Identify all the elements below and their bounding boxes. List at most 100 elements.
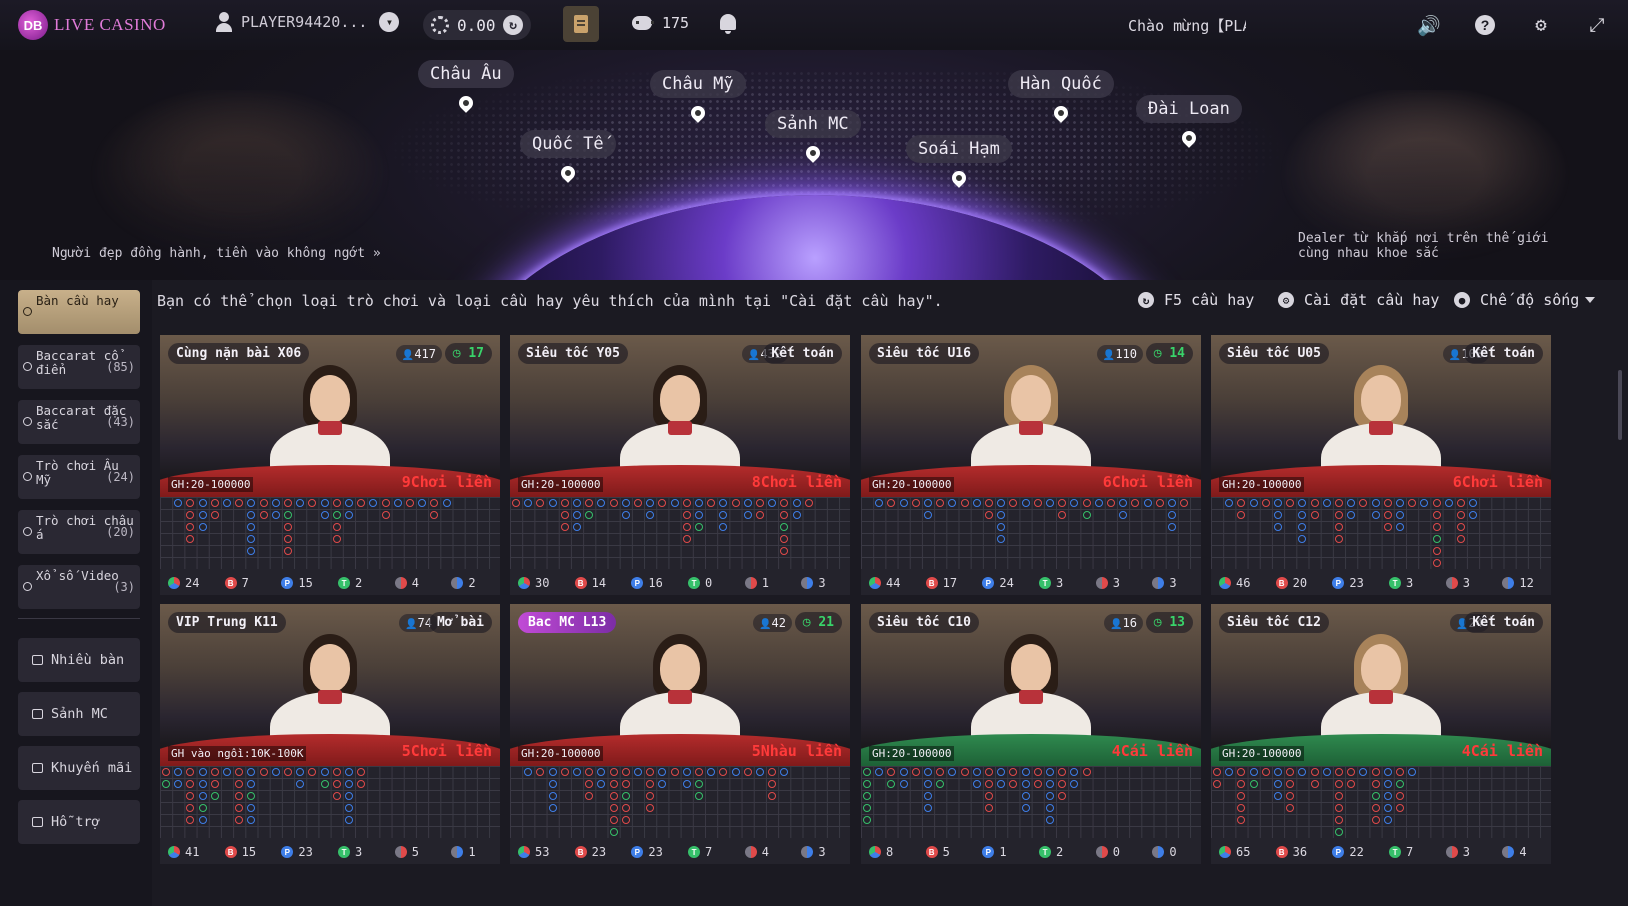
table-card[interactable]: Siêu tốc C10 👤16 ◷ 13 GH:20-100000 4Cái liền… [861,604,1201,864]
bead-road[interactable] [1211,766,1551,838]
bead-road[interactable] [160,497,500,569]
region-taiwan[interactable]: Đài Loan [1136,95,1242,148]
stat-item: 12 [1494,576,1551,590]
bead-road[interactable] [510,766,850,838]
bead-banker [1310,768,1319,776]
dealer-video[interactable]: VIP Trung K11 👤74 Mở bài GH vào ngồi:10K-10… [160,604,500,766]
streak-label: 6Chơi liền [1102,473,1193,491]
dealer-video[interactable]: Siêu tốc C10 👤16 ◷ 13 GH:20-100000 4Cái liền [861,604,1201,766]
bead-player [1298,523,1307,531]
logo[interactable]: DB LIVE CASINO [18,10,166,40]
category-special-baccarat[interactable]: Baccarat đặc sắc (43) [18,400,140,444]
category-asian-games[interactable]: Trò chơi châu á (20) [18,510,140,554]
history-button[interactable] [563,6,599,42]
bead-banker [381,499,390,507]
dealer-video[interactable]: Siêu tốc U05👤108Kết toánGH:20-1000006Chơ… [1211,335,1551,497]
bead-banker [210,511,219,519]
bead-banker [1347,768,1356,776]
stat-value: 2 [355,576,363,590]
category-western-games[interactable]: Trò chơi Âu Mỹ (24) [18,455,140,499]
dealer-video[interactable]: Siêu tốc Y05👤432Kết toánGH:20-1000008Chơ… [510,335,850,497]
stat-value: 3 [818,845,826,859]
stats-row: 65 B 36 P 22 T 7 3 4 [1211,840,1551,864]
table-card[interactable]: Siêu tốc U16 👤110 ◷ 14 GH:20-100000 6Chơi li… [861,335,1201,595]
player-icon: P [982,577,995,589]
bell-icon[interactable] [720,14,736,34]
bead-player [1046,816,1054,824]
live-mode-dropdown[interactable]: ● Chế độ sống [1454,291,1596,309]
table-card[interactable]: Bac MC L13 👤42 ◷ 21 GH:20-100000 5Nhàu liền 5… [510,604,850,864]
banker-pair-icon [394,846,407,858]
spade-icon [23,362,32,371]
bead-player [1225,499,1234,507]
region-flagship[interactable]: Soái Hạm [906,135,1012,188]
hero-right-caption-text: Dealer từ khắp nơi trên thế giới cùng nh… [1298,231,1549,261]
bead-road[interactable] [160,766,500,838]
bead-banker [1082,499,1091,507]
region-korea[interactable]: Hàn Quốc [1008,70,1114,123]
bead-banker [621,768,630,776]
bead-banker [1009,780,1018,788]
bead-player [670,499,679,507]
bead-road[interactable] [510,497,850,569]
category-classic-baccarat[interactable]: Baccarat cổ điển (85) [18,345,140,389]
messages[interactable]: 175 [632,14,689,32]
support-button[interactable]: Hỗ trợ [18,800,140,844]
chevron-down-icon[interactable]: ▾ [379,12,400,32]
multi-table-button[interactable]: Nhiều bàn [18,638,140,682]
help-button[interactable]: ? [1474,14,1496,36]
logo-mark: DB [18,10,48,40]
dealer-video[interactable]: Siêu tốc U16 👤110 ◷ 14 GH:20-100000 6Chơi li… [861,335,1201,497]
speaker-icon[interactable]: 🔊 [1417,14,1441,37]
stat-item: T7 [1381,845,1438,859]
promotions-button[interactable]: Khuyến mãi [18,746,140,790]
bead-banker [911,499,920,507]
user-icon: ● [1454,292,1470,308]
bead-player [1274,523,1282,531]
bead-banker [1347,780,1356,788]
hero-right-caption[interactable]: Dealer từ khắp nơi trên thế giới cùng nh… [1298,231,1558,261]
region-mc-hall[interactable]: Sảnh MC [765,110,861,163]
dealer-video[interactable]: Siêu tốc C12👤24Kết toánGH:20-1000004Cái … [1211,604,1551,766]
table-card[interactable]: Siêu tốc C12👤24Kết toánGH:20-1000004Cái … [1211,604,1551,864]
bead-player [1249,499,1258,507]
refresh-balance-icon[interactable]: ↻ [503,15,523,35]
bead-banker [308,768,317,776]
casino-hotel-image [90,90,390,260]
bead-road[interactable] [861,497,1201,569]
hero-left-caption[interactable]: Người đẹp đồng hành, tiền vào không ngớt… [52,246,381,261]
stat-item: 24 [160,576,217,590]
region-europe[interactable]: Châu Âu [418,60,514,113]
bead-banker [1432,523,1441,531]
dealer-face [1361,644,1401,692]
table-card[interactable]: Siêu tốc Y05👤432Kết toánGH:20-1000008Chơ… [510,335,850,595]
region-international[interactable]: Quốc Tế [520,130,616,183]
hot-road-settings-button[interactable]: ⚙ Cài đặt cầu hay [1278,291,1439,309]
table-card[interactable]: Cùng nặn bài X06 👤417 ◷ 17 GH:20-100000 9Chơ… [160,335,500,595]
dealer-scarf [668,421,692,435]
refresh-hot-road-button[interactable]: ↻ F5 cầu hay [1138,291,1254,309]
bead-player [1322,768,1331,776]
dealer-video[interactable]: Bac MC L13 👤42 ◷ 21 GH:20-100000 5Nhàu liền [510,604,850,766]
user-menu[interactable]: PLAYER94420... ▾ [215,12,400,32]
category-hot-road[interactable]: Bàn cầu hay [18,290,140,334]
region-america[interactable]: Châu Mỹ [650,70,746,123]
bead-road[interactable] [861,766,1201,838]
bead-road[interactable] [1211,497,1551,569]
table-card[interactable]: VIP Trung K11 👤74 Mở bài GH vào ngồi:10K-10… [160,604,500,864]
gear-icon[interactable]: ⚙ [1530,14,1552,36]
bead-banker [1180,499,1189,507]
stat-item: 2 [443,576,500,590]
bead-banker [936,768,945,776]
fullscreen-icon[interactable]: ⤢ [1586,14,1608,36]
bead-banker [646,792,655,800]
mc-hall-button[interactable]: Sảnh MC [18,692,140,736]
stats-row: 8B5P1T200 [861,840,1201,864]
category-video-lottery[interactable]: Xổ số Video (3) [18,565,140,609]
scrollbar[interactable] [1618,370,1622,440]
dealer-video[interactable]: Cùng nặn bài X06 👤417 ◷ 17 GH:20-100000 9Chơ… [160,335,500,497]
stat-value: 30 [535,576,550,590]
chevron-down-icon [1585,297,1596,303]
table-card[interactable]: Siêu tốc U05👤108Kết toánGH:20-1000006Chơ… [1211,335,1551,595]
bead-banker [1432,511,1441,519]
